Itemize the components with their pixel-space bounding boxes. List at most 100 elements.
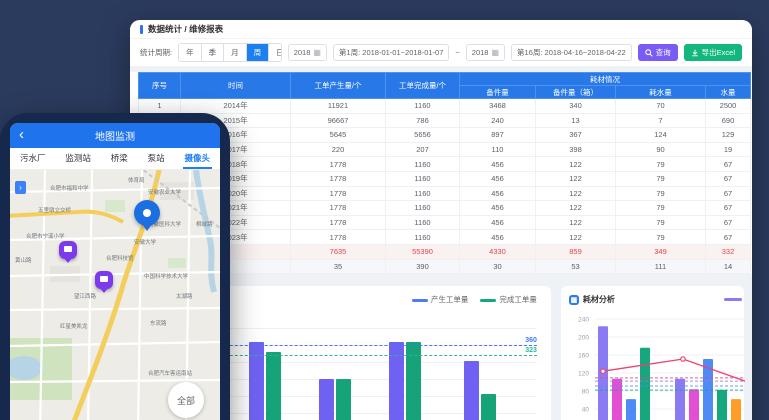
map-label: 太湖路	[176, 292, 193, 300]
reference-line-label: 360	[525, 337, 537, 344]
col-completed[interactable]: 工单完成量/个	[386, 73, 460, 99]
col-created[interactable]: 工单产生量/个	[291, 73, 386, 99]
period-option-月[interactable]: 月	[224, 44, 247, 61]
phone-tab-摄像头[interactable]: 摄像头	[183, 148, 213, 169]
phone-tab-桥梁[interactable]: 桥梁	[109, 148, 130, 169]
table-cell: 1160	[386, 186, 460, 201]
end-year-select[interactable]: 2018 ▦	[466, 44, 505, 61]
bar-completed	[481, 394, 496, 420]
camera-pin[interactable]	[59, 241, 77, 259]
phone-tab-污水厂[interactable]: 污水厂	[18, 148, 48, 169]
svg-text:200: 200	[578, 335, 589, 342]
bar-created	[319, 379, 334, 420]
reference-line-label: 323	[525, 347, 537, 354]
table-cell: 122	[536, 215, 616, 230]
bar-completed	[266, 352, 281, 420]
phone-tab-泵站[interactable]: 泵站	[146, 148, 167, 169]
table-cell: 122	[536, 157, 616, 172]
map-label: 东流路	[150, 319, 167, 327]
table-cell: 1778	[291, 201, 386, 216]
period-option-日[interactable]: 日	[269, 44, 282, 61]
period-option-季[interactable]: 季	[202, 44, 225, 61]
show-all-button[interactable]: 全部	[168, 382, 204, 418]
consumables-chart-plot: 2402001601208040	[561, 310, 745, 420]
consumables-chart-legend-swatch	[724, 298, 742, 301]
map-label: 五里墩立交桥	[38, 206, 72, 214]
table-cell: 456	[460, 230, 536, 245]
map-label: 黄山路	[15, 256, 32, 264]
table-row[interactable]: 72020年177811604561227967	[139, 186, 751, 201]
map-label: 红星美凯龙	[60, 322, 88, 330]
table-cell: 456	[460, 215, 536, 230]
table-cell: 79	[616, 230, 706, 245]
table-cell: 367	[536, 128, 616, 143]
period-option-年[interactable]: 年	[179, 44, 202, 61]
table-cell: 859	[536, 244, 616, 259]
map-expand-button[interactable]: ›	[15, 181, 26, 194]
bar-created	[389, 342, 404, 420]
table-cell: 1778	[291, 215, 386, 230]
col-seq[interactable]: 序号	[139, 73, 181, 99]
map-label: 望江西路	[74, 292, 97, 300]
table-cell: 2014年	[181, 99, 291, 114]
camera-pin[interactable]	[95, 271, 113, 289]
table-cell: 7	[616, 113, 706, 128]
start-week-value: 第1周: 2018-01-01~2018-01-07	[339, 47, 443, 58]
table-cell: 1	[139, 99, 181, 114]
table-row[interactable]: 42017年2202071103989019	[139, 142, 751, 157]
table-cell: 122	[536, 171, 616, 186]
map-label: 合肥市福和中学	[50, 184, 89, 192]
table-cell: 67	[706, 171, 751, 186]
table-row[interactable]: 22015年96667786240137690	[139, 113, 751, 128]
table-cell: 4330	[460, 244, 536, 259]
phone-tab-监测站[interactable]: 监测站	[63, 148, 93, 169]
table-cell: 1160	[386, 99, 460, 114]
table-row[interactable]: 62019年177811604561227967	[139, 171, 751, 186]
table-cell: 35	[291, 259, 386, 274]
table-cell: 19	[706, 142, 751, 157]
col-sub-0[interactable]: 备件量	[460, 86, 536, 99]
map-view[interactable]: 体育局安徽农业大学合肥市福和中学五里墩立交桥桐城路安徽医科大学合肥市宁溪小学安徽…	[10, 170, 220, 420]
legend-item[interactable]: 产生工单量	[412, 294, 469, 305]
table-row[interactable]: 82021年177811604561227967	[139, 201, 751, 216]
table-cell: 122	[536, 186, 616, 201]
table-row[interactable]: 52018年177811604561227967	[139, 157, 751, 172]
table-cell: 79	[616, 171, 706, 186]
start-week-input[interactable]: 第1周: 2018-01-01~2018-01-07	[333, 44, 449, 61]
bar-created	[249, 342, 264, 420]
table-cell: 390	[386, 259, 460, 274]
back-icon[interactable]: ‹	[19, 124, 24, 146]
col-sub-2[interactable]: 耗水量	[616, 86, 706, 99]
selected-location-pin[interactable]	[134, 200, 160, 226]
period-segmented-control[interactable]: 年季月周日	[178, 43, 282, 62]
consumables-chart-card: ▦ 耗材分析 2402001601208040	[561, 286, 744, 420]
svg-text:40: 40	[582, 407, 590, 414]
legend-item[interactable]: 完成工单量	[480, 294, 537, 305]
table-cell: 1778	[291, 171, 386, 186]
period-option-周[interactable]: 周	[247, 44, 270, 61]
start-year-value: 2018	[294, 48, 311, 57]
start-year-select[interactable]: 2018 ▦	[288, 44, 327, 61]
map-label: 合肥科技馆	[106, 254, 134, 262]
col-time[interactable]: 时间	[181, 73, 291, 99]
table-row[interactable]: 92022年177811604561227967	[139, 215, 751, 230]
col-sub-1[interactable]: 备件量（箱）	[536, 86, 616, 99]
table-row[interactable]: 32016年56455656897367124129	[139, 128, 751, 143]
col-group-consumables[interactable]: 耗材情况	[460, 73, 751, 86]
export-button-label: 导出Excel	[702, 47, 735, 58]
end-week-input[interactable]: 第16周: 2018-04-16~2018-04-22	[511, 44, 632, 61]
search-button[interactable]: 查询	[638, 44, 678, 61]
table-cell: 79	[616, 201, 706, 216]
table-row[interactable]: 12014年1192111603468340702500	[139, 99, 751, 114]
map-label: 体育局	[128, 176, 145, 184]
calendar-icon: ▦	[491, 48, 499, 57]
table-cell: 1160	[386, 157, 460, 172]
table-cell: 67	[706, 157, 751, 172]
table-cell: 1160	[386, 171, 460, 186]
table-cell: 67	[706, 215, 751, 230]
col-sub-3[interactable]: 水量	[706, 86, 751, 99]
table-row[interactable]: 102023年177811604561227967	[139, 230, 751, 245]
table-cell: 897	[460, 128, 536, 143]
map-label: 合肥市宁溪小学	[26, 232, 65, 240]
export-excel-button[interactable]: 导出Excel	[684, 44, 742, 61]
